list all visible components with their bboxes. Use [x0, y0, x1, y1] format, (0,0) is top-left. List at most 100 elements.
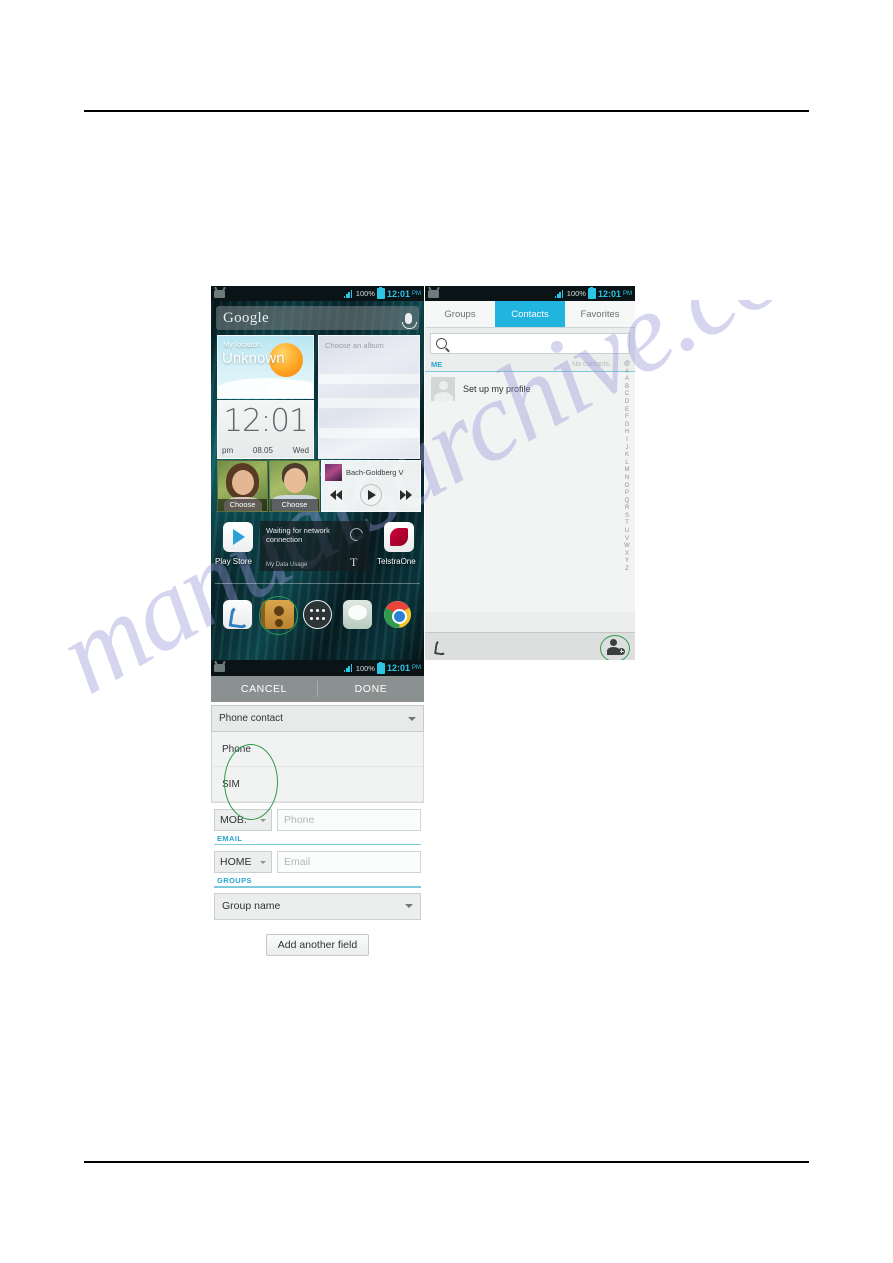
- alpha-index-item[interactable]: #: [625, 369, 628, 377]
- add-contact-icon[interactable]: [600, 634, 630, 660]
- email-type-label: HOME: [220, 856, 252, 869]
- dock-item-phone[interactable]: [221, 598, 254, 631]
- photo-widget-1[interactable]: Choose: [217, 460, 268, 512]
- alpha-index-item[interactable]: T: [625, 520, 629, 528]
- next-track-icon[interactable]: [398, 490, 412, 500]
- default-avatar-icon: [431, 377, 455, 401]
- alpha-index-item[interactable]: L: [625, 460, 628, 468]
- clock-widget-weekday: Wed: [292, 446, 309, 455]
- contacts-tab-bar: Groups Contacts Favorites: [425, 301, 635, 328]
- search-input[interactable]: [430, 333, 630, 354]
- tab-favorites[interactable]: Favorites: [565, 301, 635, 327]
- battery-icon: [376, 661, 385, 674]
- email-input[interactable]: Email: [277, 851, 421, 874]
- play-store-icon[interactable]: [223, 522, 253, 552]
- alpha-index-item[interactable]: K: [625, 452, 629, 460]
- refresh-icon[interactable]: [347, 525, 366, 544]
- google-logo: Google: [223, 309, 269, 326]
- email-field-row: HOME Email: [211, 845, 424, 874]
- search-icon: [436, 338, 447, 349]
- list-item-set-up-profile[interactable]: Set up my profile: [425, 372, 635, 406]
- alpha-index-item[interactable]: W: [624, 543, 630, 551]
- me-section-header: ME No contacts.: [425, 358, 635, 372]
- data-usage-message: Waiting for network connection: [266, 526, 330, 544]
- alpha-index-item[interactable]: R: [625, 505, 629, 513]
- play-icon[interactable]: [360, 484, 382, 506]
- account-selector[interactable]: Phone contact: [211, 705, 424, 732]
- android-notification-icon: [428, 289, 439, 298]
- search-container: [425, 328, 635, 358]
- music-widget[interactable]: Bach-Goldberg V: [321, 460, 421, 512]
- phone-icon[interactable]: [435, 639, 448, 654]
- alpha-index-item[interactable]: D: [625, 399, 629, 407]
- status-clock: 12:01: [386, 663, 410, 673]
- alpha-index-item[interactable]: F: [625, 414, 629, 422]
- weather-widget[interactable]: My location Unknown: [217, 335, 314, 399]
- alpha-index-item[interactable]: G: [625, 422, 630, 430]
- alpha-index-item[interactable]: U: [625, 528, 629, 536]
- tab-groups[interactable]: Groups: [425, 301, 495, 327]
- contacts-screen-screenshot: 100% 12:01 PM Groups Contacts Favorites …: [425, 286, 635, 660]
- battery-percent-label: 100%: [355, 289, 375, 298]
- alpha-index-item[interactable]: P: [625, 490, 629, 498]
- alpha-index-item[interactable]: S: [625, 513, 629, 521]
- alpha-index-item[interactable]: B: [625, 384, 629, 392]
- alpha-index-item[interactable]: X: [625, 551, 629, 559]
- alpha-index-item[interactable]: C: [625, 391, 629, 399]
- telstraone-icon[interactable]: [384, 522, 414, 552]
- dock-item-browser[interactable]: [381, 598, 414, 631]
- dock-item-app-drawer[interactable]: [301, 598, 334, 631]
- status-clock: 12:01: [386, 288, 410, 299]
- account-dropdown-list: Phone SIM: [211, 732, 424, 820]
- cloud-shape-2: [265, 380, 313, 398]
- signal-strength-icon: [343, 289, 354, 298]
- add-another-field-button[interactable]: Add another field: [265, 933, 370, 956]
- alpha-index-item[interactable]: A: [625, 376, 629, 384]
- no-contacts-label: No contacts.: [572, 361, 611, 368]
- alpha-index-item[interactable]: I: [626, 437, 628, 445]
- me-label: ME: [431, 360, 443, 369]
- chevron-down-icon: [260, 860, 266, 864]
- telstraone-label: TelstraOne: [377, 557, 416, 566]
- alpha-index-item[interactable]: E: [625, 407, 629, 415]
- email-type-selector[interactable]: HOME: [214, 851, 272, 874]
- dock-item-messaging[interactable]: [341, 598, 374, 631]
- phone-input[interactable]: Phone: [277, 809, 421, 831]
- alpha-index-item[interactable]: Z: [625, 566, 629, 574]
- manual-page: 100% 12:01 P M Google My location Unknown…: [0, 0, 893, 1263]
- cancel-button[interactable]: CANCEL: [211, 683, 317, 695]
- app-drawer-icon: [302, 599, 332, 629]
- contacts-bottom-bar: [425, 632, 635, 660]
- alpha-index-item[interactable]: V: [625, 536, 629, 544]
- alpha-index-item[interactable]: N: [625, 475, 629, 483]
- photo-widget-2[interactable]: Choose: [269, 460, 320, 512]
- chevron-down-icon: [408, 716, 416, 721]
- data-usage-widget[interactable]: Waiting for network connection My Data U…: [260, 521, 370, 571]
- home-screen-screenshot: 100% 12:01 PM Google My location Unknown…: [211, 286, 424, 660]
- google-search-widget[interactable]: Google: [216, 306, 419, 330]
- alpha-index-item[interactable]: J: [626, 445, 629, 453]
- alpha-index-item[interactable]: H: [625, 429, 629, 437]
- groups-section-underline: [214, 886, 421, 888]
- alpha-index-item[interactable]: Q: [625, 498, 630, 506]
- album-widget[interactable]: Choose an album: [318, 335, 420, 459]
- alpha-index-item[interactable]: @: [624, 361, 630, 369]
- done-button[interactable]: DONE: [318, 683, 424, 695]
- alpha-index-item[interactable]: O: [625, 483, 630, 491]
- new-contact-form-screenshot: 100% 12:01 PM CANCEL DONE Phone contact …: [211, 660, 424, 967]
- microphone-icon[interactable]: [402, 312, 417, 329]
- contact-list-empty-area: [425, 406, 635, 612]
- battery-percent-label: 100%: [566, 289, 586, 298]
- alpha-index-item[interactable]: M: [625, 467, 630, 475]
- album-widget-label: Choose an album: [325, 341, 384, 350]
- alpha-index[interactable]: @ # A B C D E F G H I J K L M N O P Q R …: [621, 361, 633, 574]
- phone-icon: [222, 599, 252, 629]
- alpha-index-item[interactable]: Y: [625, 558, 629, 566]
- battery-icon: [376, 287, 385, 299]
- clock-widget[interactable]: 12:01 pm 08.05 Wed: [217, 400, 314, 459]
- email-input-placeholder: Email: [284, 856, 311, 869]
- group-selector[interactable]: Group name: [214, 892, 421, 920]
- tab-contacts[interactable]: Contacts: [495, 301, 565, 327]
- dock-item-contacts[interactable]: [258, 595, 298, 635]
- previous-track-icon[interactable]: [330, 490, 344, 500]
